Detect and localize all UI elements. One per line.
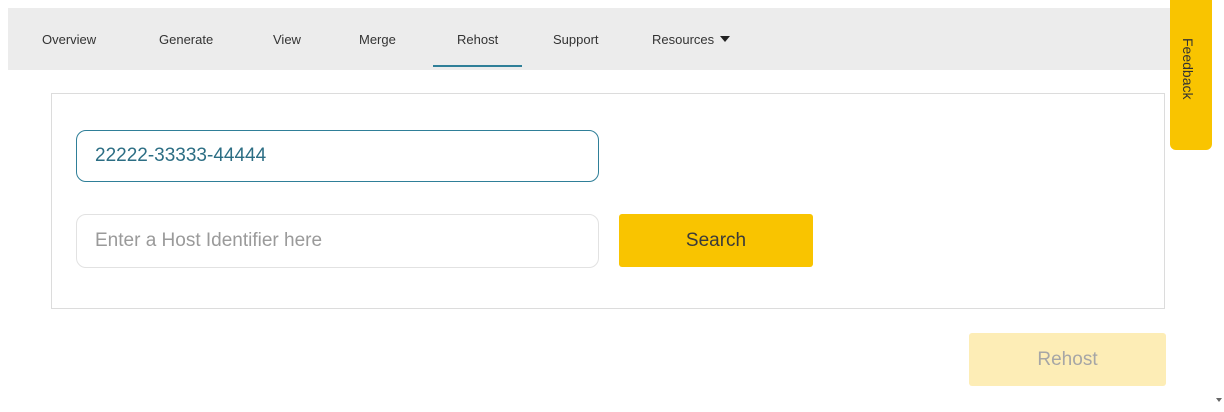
nav-view[interactable]: View <box>273 32 301 47</box>
code-input[interactable] <box>76 130 599 182</box>
rehost-card <box>51 93 1165 309</box>
nav-resources[interactable]: Resources <box>652 32 731 47</box>
nav-resources-label: Resources <box>652 32 715 47</box>
nav-merge[interactable]: Merge <box>359 32 396 47</box>
search-button[interactable]: Search <box>619 214 813 267</box>
nav-support[interactable]: Support <box>553 32 599 47</box>
page: Overview Generate View Merge Rehost Supp… <box>0 0 1224 412</box>
nav-rehost[interactable]: Rehost <box>432 32 523 67</box>
feedback-label: Feedback <box>1180 38 1196 100</box>
feedback-tab[interactable]: Feedback <box>1170 0 1212 150</box>
rehost-button[interactable]: Rehost <box>969 333 1166 386</box>
host-identifier-input[interactable] <box>76 214 599 268</box>
nav-generate[interactable]: Generate <box>159 32 213 47</box>
scroll-down-arrow-icon[interactable] <box>1216 398 1222 402</box>
top-nav: Overview Generate View Merge Rehost Supp… <box>8 8 1208 70</box>
nav-overview[interactable]: Overview <box>42 32 96 47</box>
caret-down-icon <box>720 36 731 42</box>
